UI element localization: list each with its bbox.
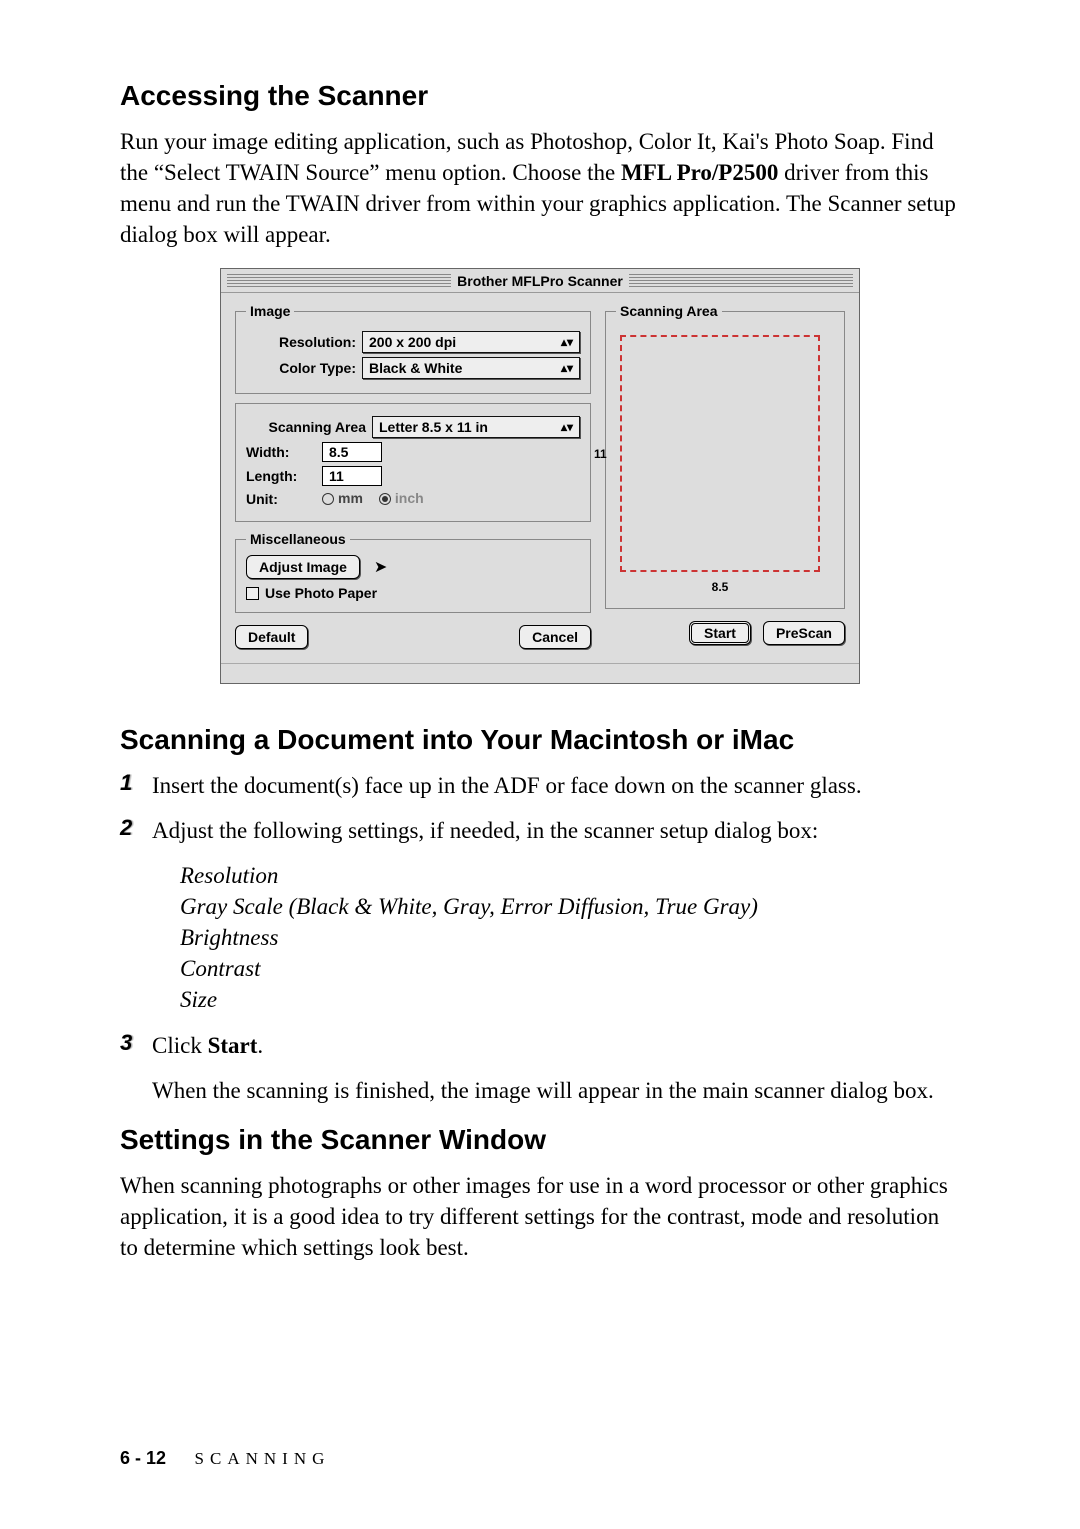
chevron-updown-icon: ▴▾ [561,362,573,374]
step-3-followup: When the scanning is finished, the image… [152,1075,960,1106]
step-number-1: 1 [120,770,142,796]
unit-mm-label: mm [338,490,363,506]
sub-grayscale: Gray Scale (Black & White, Gray, Error D… [180,891,960,922]
width-input[interactable]: 8.5 [322,442,382,462]
preview-height-tick: 11 [594,447,607,461]
selection-marquee[interactable] [620,335,820,572]
label-resolution: Resolution: [246,334,356,350]
colortype-value: Black & White [369,360,462,376]
scanner-dialog: Brother MFLPro Scanner Image Resolution:… [220,268,860,684]
resolution-select[interactable]: 200 x 200 dpi ▴▾ [362,331,580,353]
dialog-statusbar [221,663,859,683]
default-button[interactable]: Default [235,625,308,649]
length-input[interactable]: 11 [322,466,382,486]
scanner-dialog-figure: Brother MFLPro Scanner Image Resolution:… [120,268,960,684]
group-image-legend: Image [246,303,294,319]
intro-paragraph: Run your image editing application, such… [120,126,960,250]
step-3b: Start [208,1033,258,1058]
page-number: 6 - 12 [120,1448,166,1468]
label-width: Width: [246,444,316,460]
sub-resolution: Resolution [180,860,960,891]
use-photo-paper-checkbox[interactable] [246,587,259,600]
step-3a: Click [152,1033,208,1058]
step-2-text: Adjust the following settings, if needed… [152,815,960,846]
cancel-button[interactable]: Cancel [519,625,591,649]
intro-driver-name: MFL Pro/P2500 [621,160,778,185]
dialog-titlebar: Brother MFLPro Scanner [221,269,859,293]
group-misc: Miscellaneous Adjust Image ➤ Use Photo P… [235,531,591,613]
heading-accessing: Accessing the Scanner [120,80,960,112]
start-button[interactable]: Start [689,621,751,645]
preview-width-tick: 8.5 [712,580,729,594]
titlebar-stripes-right [629,274,853,288]
colortype-select[interactable]: Black & White ▴▾ [362,357,580,379]
titlebar-stripes-left [227,274,451,288]
label-colortype: Color Type: [246,360,356,376]
heading-scanning-doc: Scanning a Document into Your Macintosh … [120,724,960,756]
footer-label: SCANNING [195,1449,331,1468]
group-scanning-area-preview: Scanning Area 11 8.5 [605,303,845,609]
heading-settings-window: Settings in the Scanner Window [120,1124,960,1156]
step-number-2: 2 [120,815,142,841]
group-misc-legend: Miscellaneous [246,531,350,547]
sub-contrast: Contrast [180,953,960,984]
page-footer: 6 - 12 SCANNING [120,1448,330,1469]
step-2-sublist: Resolution Gray Scale (Black & White, Gr… [180,860,960,1015]
use-photo-paper-label: Use Photo Paper [265,585,377,601]
step-1-text: Insert the document(s) face up in the AD… [152,770,960,801]
label-scanningarea: Scanning Area [246,419,366,435]
sub-brightness: Brightness [180,922,960,953]
group-scanarea-settings: Scanning Area Letter 8.5 x 11 in ▴▾ Widt… [235,403,591,522]
preview-canvas[interactable]: 11 8.5 [616,331,824,576]
step-3-text: Click Start. [152,1030,960,1061]
step-3c: . [257,1033,263,1058]
label-length: Length: [246,468,316,484]
unit-mm-radio[interactable]: mm [322,490,373,507]
dialog-title: Brother MFLPro Scanner [457,273,623,289]
adjust-image-button[interactable]: Adjust Image [246,555,360,579]
prescan-button[interactable]: PreScan [763,621,845,645]
label-unit: Unit: [246,491,316,507]
chevron-updown-icon: ▴▾ [561,421,573,433]
cursor-arrow-icon: ➤ [374,557,387,577]
unit-inch-radio[interactable]: inch [379,490,434,507]
chevron-updown-icon: ▴▾ [561,336,573,348]
sub-size: Size [180,984,960,1015]
unit-inch-label: inch [395,490,424,506]
group-scanning-area-legend: Scanning Area [616,303,722,319]
resolution-value: 200 x 200 dpi [369,334,456,350]
group-image: Image Resolution: 200 x 200 dpi ▴▾ Color… [235,303,591,394]
scanningarea-value: Letter 8.5 x 11 in [379,419,488,435]
step-number-3: 3 [120,1030,142,1056]
settings-paragraph: When scanning photographs or other image… [120,1170,960,1263]
scanningarea-select[interactable]: Letter 8.5 x 11 in ▴▾ [372,416,580,438]
